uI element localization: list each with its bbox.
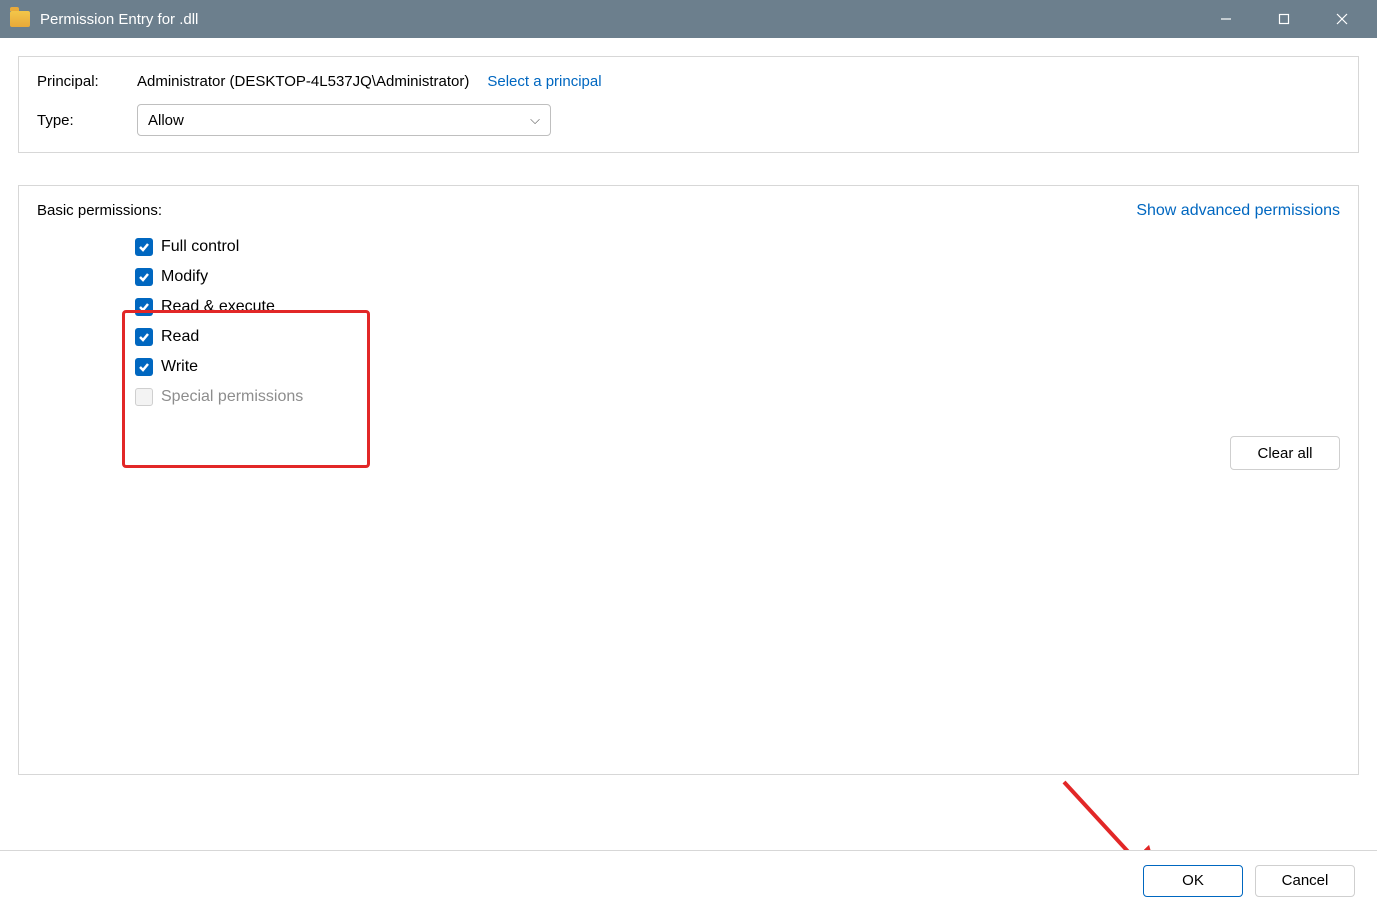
type-select[interactable]: Allow ⌵: [137, 104, 551, 136]
clear-all-button[interactable]: Clear all: [1230, 436, 1340, 470]
maximize-icon: [1278, 13, 1290, 25]
perm-label: Modify: [161, 268, 208, 286]
perm-label: Full control: [161, 238, 239, 256]
minimize-icon: [1220, 13, 1232, 25]
checkbox-special: [135, 388, 153, 406]
checkbox-full-control[interactable]: [135, 238, 153, 256]
cancel-button[interactable]: Cancel: [1255, 865, 1355, 897]
perm-label: Read & execute: [161, 298, 275, 316]
type-row: Type: Allow ⌵: [37, 104, 1340, 136]
checkbox-modify[interactable]: [135, 268, 153, 286]
permissions-header-row: Basic permissions: Show advanced permiss…: [37, 202, 1340, 220]
permissions-checklist: Full control Modify Read & execute Read …: [135, 232, 385, 412]
perm-modify[interactable]: Modify: [135, 262, 385, 292]
minimize-button[interactable]: [1197, 0, 1255, 38]
client-area: Principal: Administrator (DESKTOP-4L537J…: [0, 38, 1377, 850]
maximize-button[interactable]: [1255, 0, 1313, 38]
perm-read-execute[interactable]: Read & execute: [135, 292, 385, 322]
window-title: Permission Entry for .dll: [40, 11, 198, 28]
type-select-value: Allow: [148, 112, 184, 129]
titlebar: Permission Entry for .dll: [0, 0, 1377, 38]
perm-label: Special permissions: [161, 388, 303, 406]
close-icon: [1336, 13, 1348, 25]
basic-permissions-label: Basic permissions:: [37, 202, 162, 219]
ok-button[interactable]: OK: [1143, 865, 1243, 897]
perm-label: Write: [161, 358, 198, 376]
perm-special: Special permissions: [135, 382, 385, 412]
checkbox-read-execute[interactable]: [135, 298, 153, 316]
show-advanced-link[interactable]: Show advanced permissions: [1136, 202, 1340, 220]
perm-label: Read: [161, 328, 199, 346]
perm-full-control[interactable]: Full control: [135, 232, 385, 262]
perm-write[interactable]: Write: [135, 352, 385, 382]
window-controls: [1197, 0, 1371, 38]
select-principal-link[interactable]: Select a principal: [487, 73, 601, 90]
type-label: Type:: [37, 112, 137, 129]
principal-group: Principal: Administrator (DESKTOP-4L537J…: [18, 56, 1359, 153]
permissions-group: Basic permissions: Show advanced permiss…: [18, 185, 1359, 775]
principal-row: Principal: Administrator (DESKTOP-4L537J…: [37, 73, 1340, 90]
perm-read[interactable]: Read: [135, 322, 385, 352]
checkbox-read[interactable]: [135, 328, 153, 346]
chevron-down-icon: ⌵: [530, 112, 540, 128]
principal-value: Administrator (DESKTOP-4L537JQ\Administr…: [137, 73, 469, 90]
close-button[interactable]: [1313, 0, 1371, 38]
principal-label: Principal:: [37, 73, 137, 90]
dialog-footer: OK Cancel: [0, 850, 1377, 910]
checkbox-write[interactable]: [135, 358, 153, 376]
folder-icon: [10, 11, 30, 27]
